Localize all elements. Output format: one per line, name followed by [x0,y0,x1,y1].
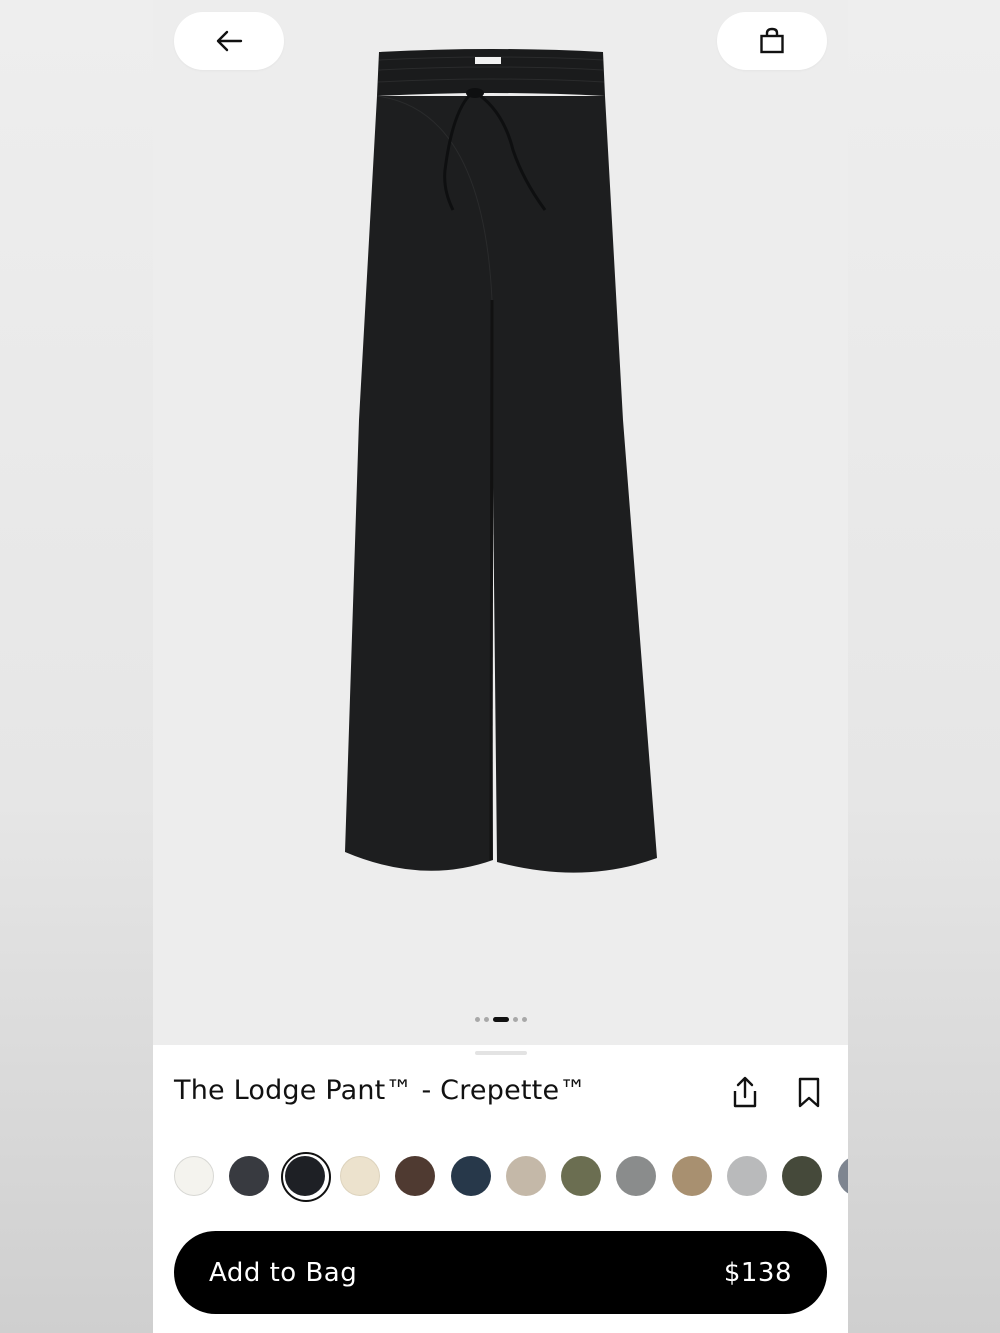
color-swatch[interactable] [450,1156,491,1196]
bookmark-button[interactable] [793,1075,825,1111]
color-swatch[interactable] [727,1156,767,1196]
color-swatch[interactable] [229,1156,270,1196]
color-swatch[interactable] [561,1156,602,1196]
gallery-dot[interactable] [492,1017,509,1022]
color-swatch[interactable] [782,1156,823,1196]
product-gallery[interactable] [153,0,848,1045]
color-swatch[interactable] [395,1156,436,1196]
share-button[interactable] [729,1075,761,1111]
shopping-bag-button[interactable] [717,12,827,70]
back-button[interactable] [174,12,284,70]
color-swatch[interactable] [339,1156,380,1196]
gallery-dot[interactable] [483,1017,489,1022]
color-swatch[interactable] [616,1156,657,1196]
gallery-dot[interactable] [512,1017,518,1022]
add-to-bag-label: Add to Bag [209,1257,358,1288]
color-swatch[interactable] [671,1156,712,1196]
gallery-dot[interactable] [521,1017,527,1022]
color-swatch[interactable] [837,1156,848,1196]
bookmark-icon [798,1077,820,1108]
color-swatch[interactable] [505,1156,546,1196]
add-to-bag-button[interactable]: Add to Bag $138 [174,1231,827,1314]
product-details-sheet: The Lodge Pant™ - Crepette™ Add to Bag $… [153,1045,848,1333]
color-swatch[interactable] [280,1152,331,1202]
product-title: The Lodge Pant™ - Crepette™ [174,1075,587,1106]
sheet-drag-handle[interactable] [475,1051,527,1055]
color-swatch-list [174,1152,848,1202]
product-image [345,49,657,873]
arrow-left-icon [216,30,243,52]
gallery-dot[interactable] [474,1017,480,1022]
shopping-bag-icon [760,27,784,54]
product-price: $138 [723,1257,792,1288]
gallery-pagination [153,1017,848,1022]
color-swatch[interactable] [174,1156,214,1196]
background-right [848,0,1000,1333]
product-screen: The Lodge Pant™ - Crepette™ Add to Bag $… [153,0,848,1333]
background-left [0,0,153,1333]
share-icon [733,1076,757,1108]
